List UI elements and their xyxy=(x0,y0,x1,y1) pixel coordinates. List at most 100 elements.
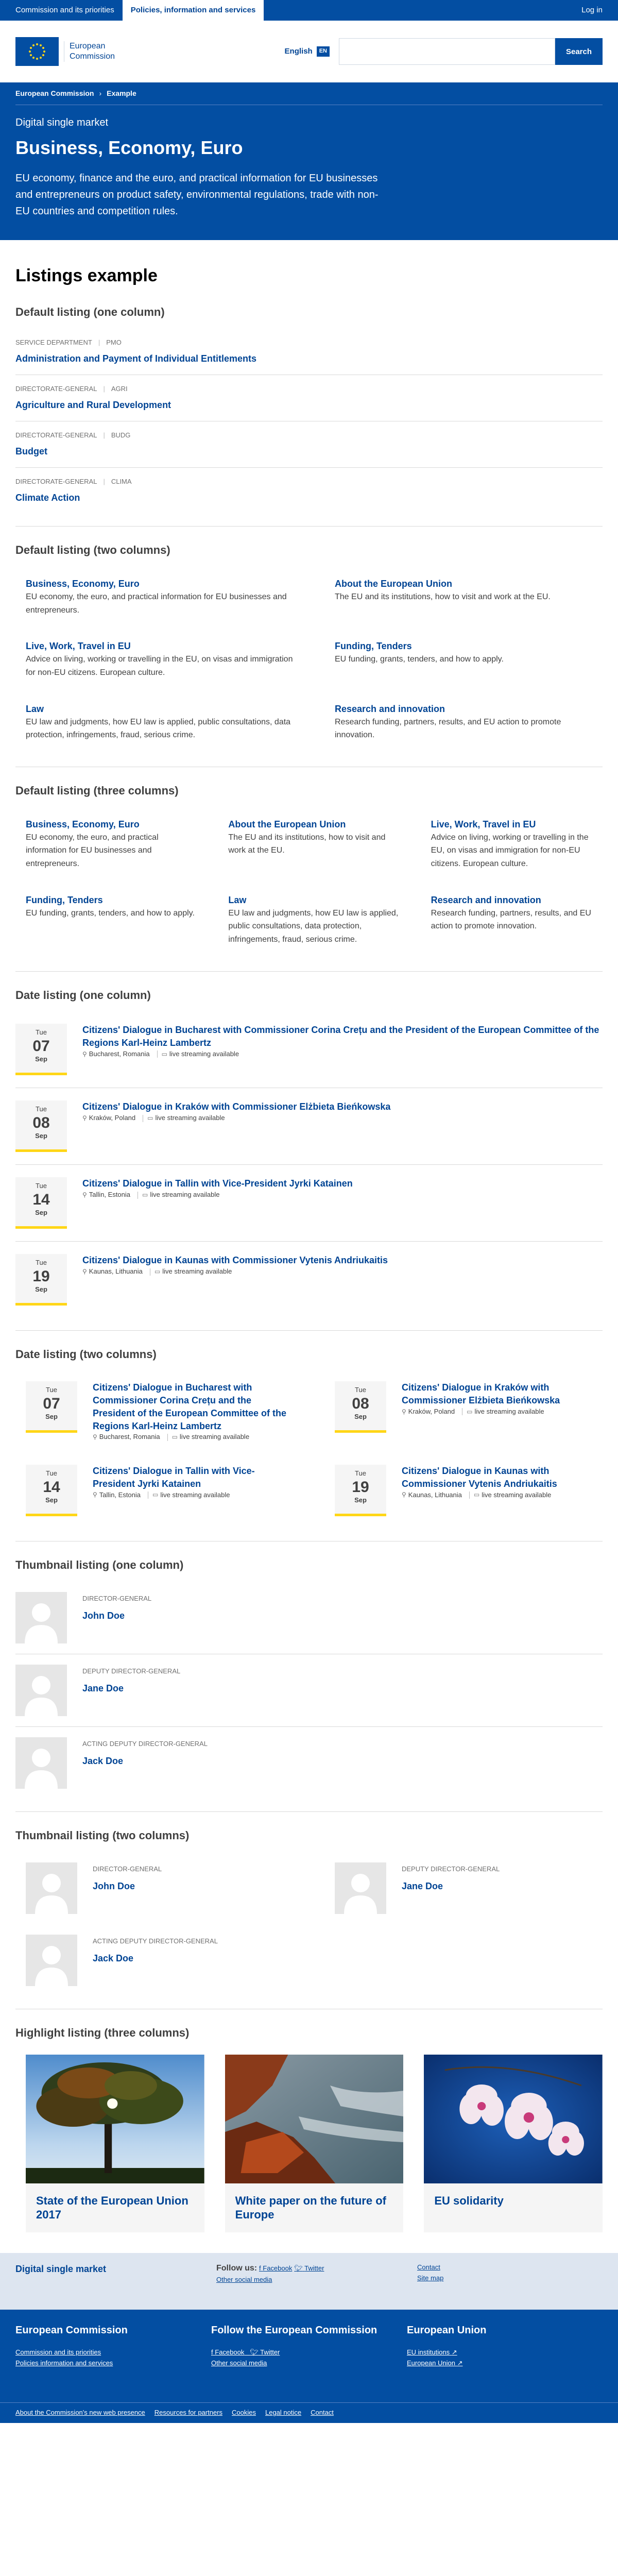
item-title-link[interactable]: Climate Action xyxy=(15,493,80,503)
highlight-item[interactable]: State of the European Union 2017 xyxy=(26,2054,204,2232)
item-title-link[interactable]: Live, Work, Travel in EU xyxy=(26,641,131,651)
event-info: ⚲ Bucharest, Romania ▭ live streaming avail… xyxy=(82,1049,603,1059)
footer-bottom-link[interactable]: Cookies xyxy=(232,2408,256,2418)
language-selector[interactable]: English xyxy=(285,46,313,57)
list-item: Research and innovation Research funding,… xyxy=(421,883,603,959)
search-button[interactable]: Search xyxy=(555,38,603,65)
item-title-link[interactable]: Funding, Tenders xyxy=(335,641,412,651)
item-title-link[interactable]: Law xyxy=(228,895,246,905)
item-description: EU law and judgments, how EU law is appl… xyxy=(26,717,291,740)
item-title-link[interactable]: Research and innovation xyxy=(335,704,445,714)
footer-bottom-link[interactable]: About the Commission's new web presence xyxy=(15,2408,145,2418)
item-title-link[interactable]: Administration and Payment of Individual… xyxy=(15,353,256,364)
site-header: European Commission English EN Search xyxy=(0,21,618,82)
meta-code: AGRI xyxy=(111,385,128,393)
date-list-item: Tue 07 Sep Citizens' Dialogue in Bucharest … xyxy=(15,1011,603,1089)
item-title-link[interactable]: Budget xyxy=(15,446,47,456)
list-item: Funding, Tenders EU funding, grants, tend… xyxy=(324,629,603,691)
livestream-icon: ▭ xyxy=(147,1114,153,1122)
date-item-body: Citizens' Dialogue in Tallin with Vice-P… xyxy=(82,1177,353,1229)
facebook-link[interactable]: f Facebook 🐦︎ Twitter xyxy=(211,2347,407,2358)
breadcrumb-item[interactable]: European Commission xyxy=(15,88,94,98)
item-title-link[interactable]: Law xyxy=(26,704,44,714)
twitter-link[interactable]: 🐦︎ Twitter xyxy=(294,2264,324,2272)
highlight-item[interactable]: White paper on the future of Europe xyxy=(225,2054,404,2232)
date-month: Sep xyxy=(354,1496,367,1504)
livestream-icon: ▭ xyxy=(473,1491,480,1499)
topnav-policies-information[interactable]: Policies, information and services xyxy=(122,0,264,21)
item-title-link[interactable]: Business, Economy, Euro xyxy=(26,579,140,589)
person-role: Deputy Director-General xyxy=(82,1667,181,1675)
item-title-link[interactable]: Live, Work, Travel in EU xyxy=(431,819,536,829)
breadcrumb-item[interactable]: Example xyxy=(107,88,136,98)
person-name-link[interactable]: Jack Doe xyxy=(93,1953,133,1963)
footer-link[interactable]: EU institutions ↗ xyxy=(407,2347,603,2358)
person-name-link[interactable]: Jane Doe xyxy=(402,1881,443,1891)
person-body: Acting Deputy Director-General Jack Doe xyxy=(82,1737,208,1789)
date-month: Sep xyxy=(45,1496,58,1504)
item-title-link[interactable]: Funding, Tenders xyxy=(26,895,103,905)
event-title-link[interactable]: Citizens' Dialogue in Kaunas with Commis… xyxy=(402,1466,557,1489)
event-title-link[interactable]: Citizens' Dialogue in Kraków with Commis… xyxy=(82,1101,390,1112)
person-name-link[interactable]: John Doe xyxy=(93,1881,135,1891)
list-item: Law EU law and judgments, how EU law is a… xyxy=(218,883,400,959)
person-name-link[interactable]: Jack Doe xyxy=(82,1756,123,1766)
location-pin-icon: ⚲ xyxy=(82,1050,87,1058)
item-title-link[interactable]: Agriculture and Rural Development xyxy=(15,400,171,410)
person-name-link[interactable]: Jane Doe xyxy=(82,1683,124,1693)
item-title-link[interactable]: About the European Union xyxy=(335,579,452,589)
site-map-link[interactable]: Site map xyxy=(417,2274,443,2282)
event-title-link[interactable]: Citizens' Dialogue in Tallin with Vice-P… xyxy=(93,1466,255,1489)
livestream-label: live streaming available xyxy=(160,1490,230,1499)
item-title-link[interactable]: About the European Union xyxy=(228,819,346,829)
livestream-icon: ▭ xyxy=(171,1433,178,1440)
location-pin-icon: ⚲ xyxy=(93,1433,97,1440)
item-meta: Directorate-general | BUDG xyxy=(15,431,603,440)
event-title-link[interactable]: Citizens' Dialogue in Bucharest with Com… xyxy=(93,1382,286,1431)
facebook-link[interactable]: f Facebook xyxy=(259,2264,292,2272)
topnav-commission-priorities[interactable]: Commission and its priorities xyxy=(15,0,123,21)
footer-link[interactable]: European Union ↗ xyxy=(407,2358,603,2369)
footer-bottom-link[interactable]: Legal notice xyxy=(265,2408,301,2418)
search-input[interactable] xyxy=(339,38,555,65)
info-divider xyxy=(167,1433,168,1441)
event-location: Tallin, Estonia xyxy=(99,1490,141,1499)
person-list-item: Director-General John Doe xyxy=(15,1852,294,1924)
other-social-link[interactable]: Other social media xyxy=(216,2276,272,2283)
footer-bottom-link[interactable]: Contact xyxy=(311,2408,334,2418)
footer-bottom-link[interactable]: Resources for partners xyxy=(154,2408,222,2418)
highlight-title: EU solidarity xyxy=(434,2194,504,2207)
item-description: Research funding, partners, results, and… xyxy=(335,717,561,740)
person-list-item: Director-General John Doe xyxy=(15,1582,603,1655)
highlight-item[interactable]: EU solidarity xyxy=(424,2054,603,2232)
date-weekday: Tue xyxy=(36,1105,47,1113)
default-listing-three-columns: Default listing (three columns) Business… xyxy=(15,783,603,972)
event-title-link[interactable]: Citizens' Dialogue in Kaunas with Commis… xyxy=(82,1255,388,1265)
person-name-link[interactable]: John Doe xyxy=(82,1611,125,1621)
date-item-body: Citizens' Dialogue in Kraków with Commis… xyxy=(402,1381,603,1442)
date-month: Sep xyxy=(35,1055,47,1063)
twitter-icon: 🐦︎ xyxy=(250,2348,259,2356)
follow-label: Follow us: xyxy=(216,2263,258,2273)
footer-col-title: European Commission xyxy=(15,2324,128,2336)
other-social-link[interactable]: Other social media xyxy=(211,2358,407,2369)
footer-link[interactable]: Policies information and services xyxy=(15,2358,211,2369)
event-title-link[interactable]: Citizens' Dialogue in Bucharest with Com… xyxy=(82,1025,599,1048)
footer-link[interactable]: Commission and its priorities xyxy=(15,2347,211,2358)
item-title-link[interactable]: Research and innovation xyxy=(431,895,541,905)
event-title-link[interactable]: Citizens' Dialogue in Kraków with Commis… xyxy=(402,1382,560,1405)
info-divider xyxy=(157,1050,158,1058)
main-content: Listings example Default listing (one co… xyxy=(15,240,603,2253)
login-link[interactable]: Log in xyxy=(573,0,603,21)
ec-logo[interactable]: European Commission xyxy=(15,37,115,66)
item-description: EU economy, the euro, and practical info… xyxy=(26,592,287,615)
event-location: Bucharest, Romania xyxy=(99,1433,160,1441)
item-title-link[interactable]: Business, Economy, Euro xyxy=(26,819,140,829)
meta-code: BUDG xyxy=(111,431,131,439)
person-role: Director-General xyxy=(82,1595,152,1603)
language-code-badge[interactable]: EN xyxy=(316,46,330,57)
list-item: Service department | PMO Administration and… xyxy=(15,329,603,376)
list-item: Directorate-general | BUDG Budget xyxy=(15,421,603,468)
event-title-link[interactable]: Citizens' Dialogue in Tallin with Vice-P… xyxy=(82,1178,353,1189)
contact-link[interactable]: Contact xyxy=(417,2263,440,2271)
